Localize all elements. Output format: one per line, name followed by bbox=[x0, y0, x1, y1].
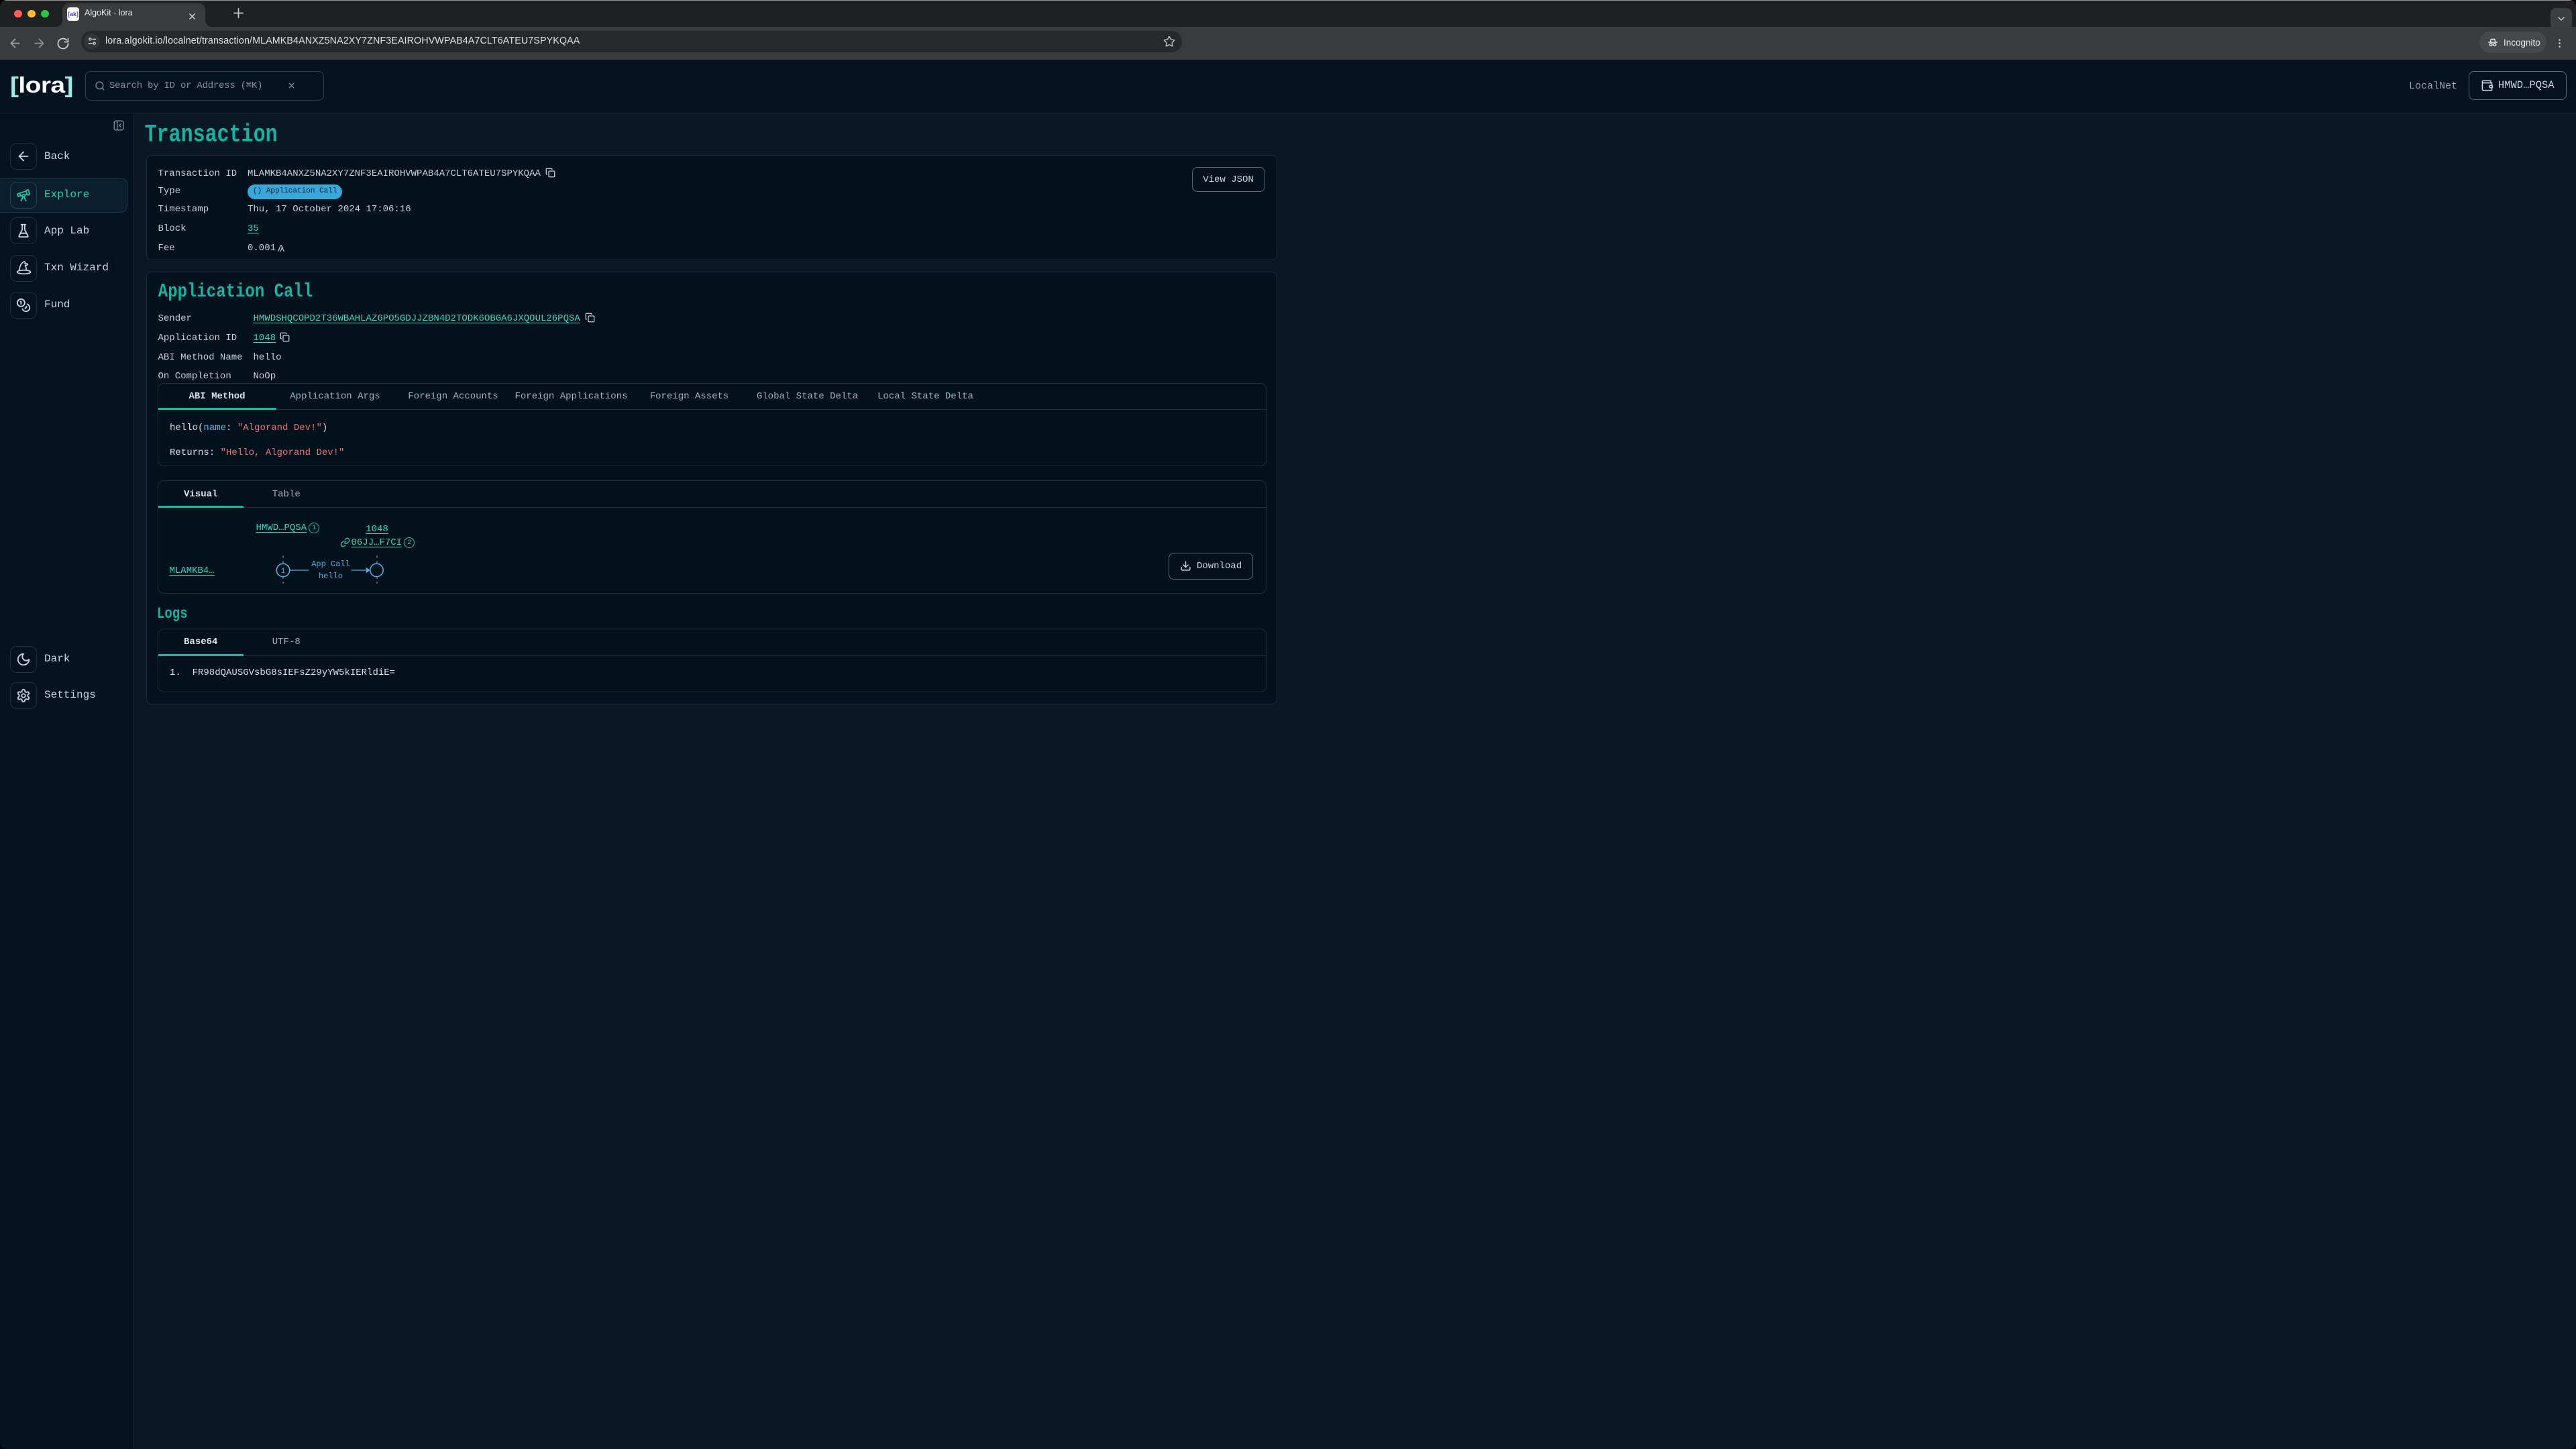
svg-text:1: 1 bbox=[280, 568, 285, 576]
